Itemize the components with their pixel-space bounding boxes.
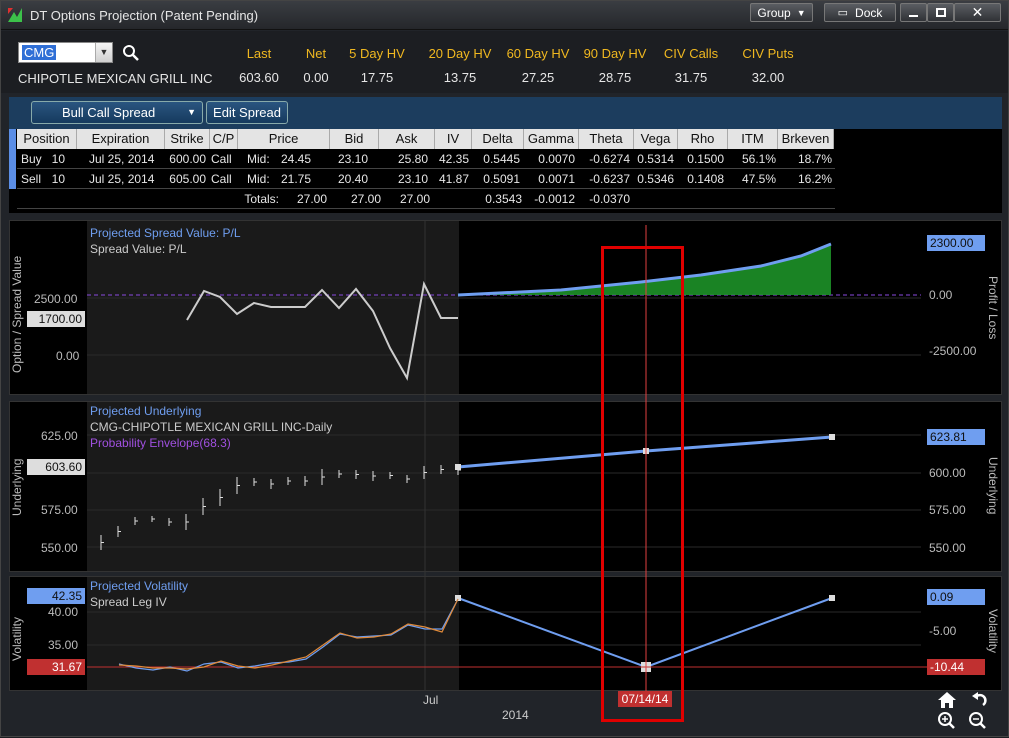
und-right-tick: 600.00 <box>929 466 966 480</box>
vol-left-tag-top: 42.35 <box>27 588 85 604</box>
app-window: DT Options Projection (Patent Pending) G… <box>0 0 1009 737</box>
pl-left-tick: 2500.00 <box>34 292 78 306</box>
und-right-value-tag: 623.81 <box>927 429 985 445</box>
pl-right-axis-label: Profit / Loss <box>986 276 1000 340</box>
und-left-value-tag: 603.60 <box>27 459 85 475</box>
pl-subtitle: Spread Value: P/L <box>90 242 187 256</box>
vol-title: Projected Volatility <box>90 579 189 593</box>
zoom-out-icon[interactable] <box>968 711 988 729</box>
und-left-tick: 550.00 <box>41 541 78 555</box>
und-envelope: Probability Envelope(68.3) <box>90 436 231 450</box>
pl-title: Projected Spread Value: P/L <box>90 226 241 240</box>
pl-right-tick: 0.00 <box>929 288 953 302</box>
x-axis-year-label: 2014 <box>502 708 529 722</box>
vol-right-tag-bottom: -10.44 <box>927 659 985 675</box>
vol-subtitle: Spread Leg IV <box>90 595 167 609</box>
undo-icon[interactable] <box>968 691 988 709</box>
projection-node <box>829 595 835 601</box>
charts-overlay <box>87 221 985 691</box>
zoom-in-icon[interactable] <box>937 711 957 729</box>
vol-left-tag-bottom: 31.67 <box>27 659 85 675</box>
und-left-tick: 625.00 <box>41 429 78 443</box>
pl-left-value-tag: 1700.00 <box>27 311 85 327</box>
iv-sell-leg-line <box>118 598 459 670</box>
projection-node <box>829 434 835 440</box>
und-left-tick: 575.00 <box>41 503 78 517</box>
vol-right-tick: -5.00 <box>929 624 957 638</box>
highlight-box <box>601 246 684 722</box>
pl-left-axis-label: Option / Spread Value <box>10 255 24 373</box>
pl-right-tick: -2500.00 <box>929 344 977 358</box>
vol-left-axis-label: Volatility <box>10 616 24 661</box>
iv-buy-leg-line <box>118 598 459 672</box>
vol-left-tick: 35.00 <box>48 638 79 652</box>
und-subtitle: CMG-CHIPOTLE MEXICAN GRILL INC-Daily <box>90 420 333 434</box>
und-right-tick: 575.00 <box>929 503 966 517</box>
und-left-axis-label: Underlying <box>10 458 24 516</box>
vol-right-axis-label: Volatility <box>986 609 1000 654</box>
x-axis-month-label: Jul <box>423 693 439 707</box>
und-right-axis-label: Underlying <box>986 457 1000 515</box>
pl-right-value-tag: 2300.00 <box>927 235 985 251</box>
home-icon[interactable] <box>937 691 957 709</box>
und-title: Projected Underlying <box>90 404 202 418</box>
pl-left-tick: 0.00 <box>56 349 80 363</box>
und-right-tick: 550.00 <box>929 541 966 555</box>
vol-left-tick: 40.00 <box>48 605 79 619</box>
vol-right-tag-top: 0.09 <box>927 589 985 605</box>
